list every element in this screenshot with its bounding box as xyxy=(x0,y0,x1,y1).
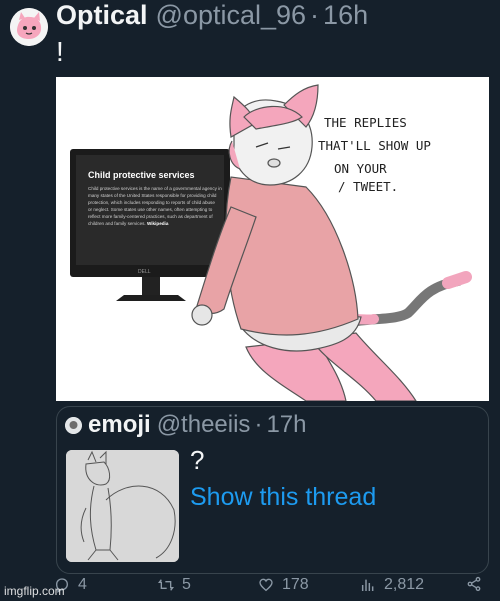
quoted-tweet[interactable]: emoji @theeiis · 17h ? Show this thread xyxy=(56,406,489,574)
svg-text:children and family services.: children and family services. Wikipedia xyxy=(88,221,169,226)
quote-separator-dot: · xyxy=(254,411,263,438)
retweet-count: 5 xyxy=(182,576,191,593)
views-button[interactable]: 2,812 xyxy=(360,576,424,594)
monitor-brand: DELL xyxy=(138,269,151,275)
author-name[interactable]: Optical xyxy=(56,0,148,31)
svg-text:Child protective services is t: Child protective services is the name of… xyxy=(88,186,222,191)
quote-timestamp[interactable]: 17h xyxy=(266,411,306,439)
like-button[interactable]: 178 xyxy=(258,576,309,594)
quote-author-name[interactable]: emoji xyxy=(88,411,151,439)
heart-icon xyxy=(259,578,273,592)
avatar[interactable] xyxy=(10,8,48,46)
monitor-card-title: Child protective services xyxy=(88,170,195,180)
reply-count: 4 xyxy=(78,576,87,593)
share-icon xyxy=(467,576,481,592)
tweet-header: Optical @optical_96 · 16h xyxy=(56,0,368,36)
speech-line-2: THAT'LL SHOW UP xyxy=(318,138,431,153)
show-thread-link[interactable]: Show this thread xyxy=(190,483,376,512)
retweet-icon xyxy=(158,579,174,591)
speech-line-4: / TWEET. xyxy=(338,179,398,194)
svg-text:or neglect. Some states use ot: or neglect. Some states use other names,… xyxy=(88,207,213,212)
speech-line-1: THE REPLIES xyxy=(324,115,407,130)
author-handle[interactable]: @optical_96 xyxy=(156,0,307,31)
views-chart-icon xyxy=(361,579,374,591)
like-count: 178 xyxy=(282,576,309,593)
tweet-image[interactable]: Child protective services Child protecti… xyxy=(56,77,489,401)
speech-line-3: ON YOUR xyxy=(334,161,387,176)
share-button[interactable] xyxy=(466,576,490,592)
quote-thumbnail[interactable] xyxy=(66,450,179,562)
quote-avatar[interactable] xyxy=(65,417,82,434)
tweet-actions: 4 5 178 2,812 xyxy=(0,576,500,601)
imgflip-watermark: imgflip.com xyxy=(4,584,65,598)
monitor-card-source: Wikipedia xyxy=(147,221,169,226)
svg-text:protection, which includes res: protection, which includes responding to… xyxy=(88,200,215,205)
tweet-timestamp[interactable]: 16h xyxy=(323,0,368,31)
tweet-text: ! xyxy=(56,36,64,67)
quote-text: ? xyxy=(190,445,205,475)
quote-author-handle[interactable]: @theeiis xyxy=(157,411,251,439)
tweet: Optical @optical_96 · 16h ! Child protec… xyxy=(0,0,500,601)
separator-dot: · xyxy=(310,0,320,30)
quote-header: emoji @theeiis · 17h xyxy=(88,411,306,439)
svg-text:reflect more family-centered p: reflect more family-centered practices, … xyxy=(88,214,213,219)
svg-text:many states of the United Stat: many states of the United States respons… xyxy=(88,193,217,198)
retweet-button[interactable]: 5 xyxy=(158,576,191,594)
views-count: 2,812 xyxy=(384,576,425,593)
